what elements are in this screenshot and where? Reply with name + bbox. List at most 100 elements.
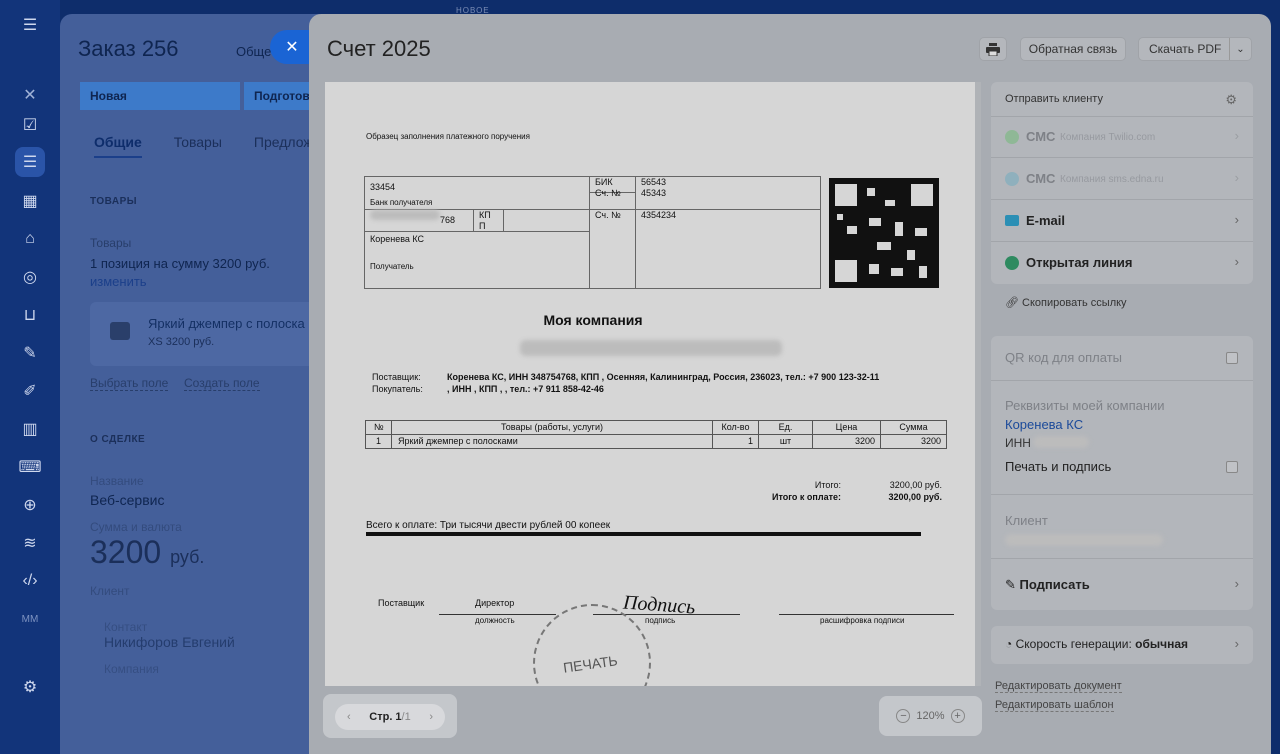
edit-document-link[interactable]: Редактировать документ <box>995 680 1122 693</box>
download-pdf-label: Скачать PDF <box>1149 42 1222 56</box>
product-image-icon <box>110 322 130 340</box>
doc-sign-position: должность <box>475 616 515 625</box>
pager-box: ‹ Стр. 1/1 › <box>323 694 457 738</box>
product-name: Яркий джемпер с полоска <box>148 316 305 331</box>
chevron-right-icon[interactable]: › <box>429 711 433 723</box>
doc-supplier-value: Коренева КС, ИНН 348754768, КПП , Осення… <box>447 372 880 382</box>
doc-bank-label: Банк получателя <box>370 198 433 207</box>
invoice-title: Счет 2025 <box>327 36 431 61</box>
close-slider-button[interactable]: ✕ <box>270 30 314 64</box>
create-field-link[interactable]: Создать поле <box>184 376 260 391</box>
store-icon[interactable]: ⌂ <box>15 224 45 254</box>
mm-icon[interactable]: MM <box>15 604 45 634</box>
print-sign-label: Печать и подпись <box>1005 459 1112 474</box>
th-num: № <box>374 422 384 432</box>
tab-goods[interactable]: Товары <box>174 134 222 158</box>
market-icon[interactable]: ≋ <box>15 528 45 558</box>
download-pdf-button[interactable]: Скачать PDF ⌄ <box>1138 37 1252 61</box>
print-button[interactable] <box>979 37 1007 61</box>
zoom-out-icon[interactable]: − <box>896 709 911 723</box>
td-price: 3200 <box>854 436 875 446</box>
zoom-in-icon[interactable]: + <box>950 709 965 723</box>
doc-topay-label: Итого к оплате: <box>772 492 841 502</box>
doc-company: Моя компания <box>543 312 643 328</box>
calendar-icon[interactable]: ▦ <box>15 186 45 216</box>
doc-goods-table: № Товары (работы, услуги) Кол-во Ед. Цен… <box>365 420 947 449</box>
pen-icon[interactable]: ✐ <box>15 376 45 406</box>
feedback-button[interactable]: Обратная связь <box>1020 37 1126 61</box>
settings-card: QR код для оплаты Реквизиты моей компани… <box>991 336 1253 610</box>
doc-sign-supplier: Поставщик <box>378 598 425 608</box>
send-openline[interactable]: Открытая линия › <box>991 242 1253 283</box>
doc-bik-value: 56543 <box>641 177 667 187</box>
speed-row: ◔ Скорость генерации: обычная <box>1005 637 1189 651</box>
sign-row[interactable]: ✎ Подписать › <box>991 559 1253 609</box>
section-goods: ТОВАРЫ <box>90 196 138 207</box>
printer-icon <box>986 42 1000 56</box>
edit-doc-icon[interactable]: ✎ <box>15 338 45 368</box>
chevron-right-icon: › <box>1234 128 1239 143</box>
send-title: Отправить клиенту <box>1005 93 1103 105</box>
chevron-right-icon: › <box>1234 212 1239 227</box>
target-icon[interactable]: ◎ <box>15 262 45 292</box>
close-icon[interactable]: ✕ <box>15 80 45 110</box>
send-sms-sub: Компания Twilio.com <box>1060 132 1156 143</box>
send-email[interactable]: E-mail › <box>991 200 1253 241</box>
section-deal: О СДЕЛКЕ <box>90 434 146 445</box>
mail-icon <box>1005 215 1019 226</box>
td-num: 1 <box>376 436 382 446</box>
tab-offers[interactable]: Предлож <box>254 134 313 158</box>
chevron-left-icon[interactable]: ‹ <box>347 711 351 723</box>
change-link[interactable]: изменить <box>90 274 147 289</box>
th-sum: Сумма <box>899 422 928 432</box>
choose-field-link[interactable]: Выбрать поле <box>90 376 169 391</box>
name-value: Веб-сервис <box>90 492 165 508</box>
doc-sign-director: Директор <box>475 598 515 608</box>
send-sms-twilio[interactable]: СМС Компания Twilio.com › <box>991 116 1253 157</box>
print-sign-checkbox[interactable] <box>1226 461 1238 473</box>
contact-value: Никифоров Евгений <box>104 634 235 650</box>
doc-topay-value: 3200,00 руб. <box>888 492 942 502</box>
edit-template-link[interactable]: Редактировать шаблон <box>995 699 1114 712</box>
send-sms-edna[interactable]: СМС Компания sms.edna.ru › <box>991 158 1253 199</box>
send-sms-label: СМС <box>1026 129 1056 144</box>
send-email-label: E-mail <box>1026 213 1066 228</box>
requisites-link[interactable]: Коренева КС <box>1005 417 1083 432</box>
qr-checkbox[interactable] <box>1226 352 1238 364</box>
chart-icon[interactable]: ▥ <box>15 414 45 444</box>
copy-link[interactable]: 🔗︎ Скопировать ссылку <box>1005 296 1127 309</box>
send-sms2-sub: Компания sms.edna.ru <box>1060 174 1164 185</box>
cart-icon[interactable]: ⊔ <box>15 300 45 330</box>
document-viewer[interactable]: Образец заполнения платежного поручения … <box>325 82 981 686</box>
doc-acc-value: 45343 <box>641 188 667 198</box>
menu-icon[interactable]: ☰ <box>15 10 45 40</box>
doc-acc2-label: Сч. № <box>595 210 621 220</box>
doc-recipient-name: Коренева КС <box>370 234 425 244</box>
stage-bar: Новая Подготовк <box>80 82 320 110</box>
send-card: Отправить клиенту ⚙ СМС Компания Twilio.… <box>991 82 1253 284</box>
tasks-icon[interactable]: ☑ <box>15 110 45 140</box>
send-sms2-label: СМС <box>1026 171 1056 186</box>
th-price: Цена <box>835 422 858 432</box>
doc-acc-label: Сч. № <box>595 188 621 198</box>
globe-icon[interactable]: ⊕ <box>15 490 45 520</box>
stage-new[interactable]: Новая <box>80 82 240 110</box>
crm-filter-icon[interactable]: ☰ <box>15 147 45 177</box>
th-qty: Кол-во <box>721 422 750 432</box>
tab-general[interactable]: Общие <box>94 134 142 158</box>
settings-icon[interactable]: ⚙ <box>15 672 45 702</box>
openline-icon <box>1005 256 1019 270</box>
sum-value: 3200 руб. <box>90 534 205 570</box>
gear-icon[interactable]: ⚙ <box>1225 92 1237 108</box>
chevron-down-icon[interactable]: ⌄ <box>1229 38 1251 60</box>
doc-total-value: 3200,00 руб. <box>889 480 942 490</box>
doc-kpp: КП П <box>479 210 491 231</box>
doc-buyer-value: , ИНН , КПП , , тел.: +7 911 858-42-46 <box>447 384 604 394</box>
zoom-box: − 120% + <box>879 696 982 736</box>
speed-card[interactable]: ◔ Скорость генерации: обычная › <box>991 626 1253 664</box>
code-icon[interactable]: ‹/› <box>15 566 45 596</box>
client-label: Клиент <box>1005 513 1048 528</box>
product-item[interactable]: Яркий джемпер с полоска XS 3200 руб. <box>90 302 320 366</box>
robot-icon[interactable]: ⌨ <box>15 452 45 482</box>
doc-sum-words: Всего к оплате: Три тысячи двести рублей… <box>366 520 611 531</box>
